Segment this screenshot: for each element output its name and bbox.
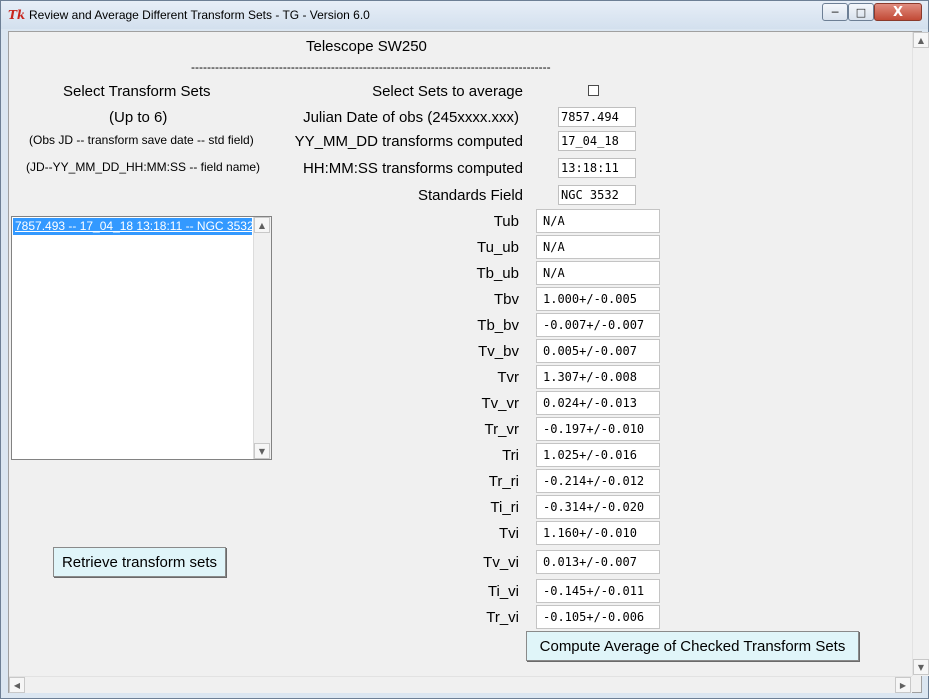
select-transform-sets-label: Select Transform Sets xyxy=(63,83,211,100)
time-computed-field[interactable]: 13:18:11 xyxy=(558,158,636,178)
transform-field-tr-ri[interactable]: -0.214+/-0.012 xyxy=(536,469,660,493)
transform-field-tub[interactable]: N/A xyxy=(536,209,660,233)
up-to-label: (Up to 6) xyxy=(109,109,168,126)
horizontal-scrollbar[interactable]: ◀ ▶ xyxy=(9,676,912,693)
close-icon: X xyxy=(892,4,904,20)
list-item[interactable]: 7857.493 -- 17_04_18 13:18:11 -- NGC 353… xyxy=(13,218,252,235)
listbox-scroll-up-icon[interactable]: ▲ xyxy=(254,217,270,233)
transform-field-tri[interactable]: 1.025+/-0.016 xyxy=(536,443,660,467)
transform-label-tb-ub: Tb_ub xyxy=(476,265,519,282)
maximize-icon: □ xyxy=(855,5,867,19)
scroll-down-icon[interactable]: ▼ xyxy=(913,659,929,675)
transform-label-tvr: Tvr xyxy=(497,369,519,386)
transform-field-tv-bv[interactable]: 0.005+/-0.007 xyxy=(536,339,660,363)
transform-label-tv-bv: Tv_bv xyxy=(478,343,519,360)
compute-average-button[interactable]: Compute Average of Checked Transform Set… xyxy=(526,631,859,661)
average-checkbox[interactable] xyxy=(588,85,599,96)
app-window: Tk Review and Average Different Transfor… xyxy=(0,0,929,699)
separator-line: ----------------------------------------… xyxy=(191,60,551,74)
standards-field-field[interactable]: NGC 3532 xyxy=(558,185,636,205)
transform-label-tri: Tri xyxy=(502,447,519,464)
format-hint-1: (Obs JD -- transform save date -- std fi… xyxy=(29,133,254,147)
transform-field-tv-vi[interactable]: 0.013+/-0.007 xyxy=(536,550,660,574)
client-area: Telescope SW250 ------------------------… xyxy=(8,31,929,693)
listbox-scrollbar[interactable]: ▲ ▼ xyxy=(253,217,271,459)
transform-field-tv-vr[interactable]: 0.024+/-0.013 xyxy=(536,391,660,415)
transform-label-tv-vi: Tv_vi xyxy=(483,554,519,571)
transform-field-tb-bv[interactable]: -0.007+/-0.007 xyxy=(536,313,660,337)
transform-field-tvi[interactable]: 1.160+/-0.010 xyxy=(536,521,660,545)
transform-field-tvr[interactable]: 1.307+/-0.008 xyxy=(536,365,660,389)
transform-label-ti-ri: Ti_ri xyxy=(490,499,519,516)
transform-label-tb-bv: Tb_bv xyxy=(477,317,519,334)
transform-field-tb-ub[interactable]: N/A xyxy=(536,261,660,285)
telescope-title: Telescope SW250 xyxy=(306,38,427,55)
time-computed-label: HH:MM:SS transforms computed xyxy=(302,160,523,177)
scroll-right-icon[interactable]: ▶ xyxy=(895,677,911,693)
scroll-left-icon[interactable]: ◀ xyxy=(9,677,25,693)
transform-label-tv-vr: Tv_vr xyxy=(481,395,520,412)
transform-label-tub: Tub xyxy=(493,213,519,230)
close-button[interactable]: X xyxy=(874,3,922,21)
maximize-button[interactable]: □ xyxy=(848,3,874,21)
transform-field-tr-vr[interactable]: -0.197+/-0.010 xyxy=(536,417,660,441)
minimize-icon: ─ xyxy=(831,5,839,19)
window-title: Review and Average Different Transform S… xyxy=(29,8,370,22)
date-computed-field[interactable]: 17_04_18 xyxy=(558,131,636,151)
listbox-scroll-down-icon[interactable]: ▼ xyxy=(254,443,270,459)
transform-label-tbv: Tbv xyxy=(493,291,519,308)
transform-field-tr-vi[interactable]: -0.105+/-0.006 xyxy=(536,605,660,629)
minimize-button[interactable]: ─ xyxy=(822,3,848,21)
transform-field-tu-ub[interactable]: N/A xyxy=(536,235,660,259)
standards-field-label: Standards Field xyxy=(417,187,523,204)
title-bar[interactable]: Tk Review and Average Different Transfor… xyxy=(1,1,928,29)
transform-label-tr-ri: Tr_ri xyxy=(488,473,519,490)
select-sets-to-average-label: Select Sets to average xyxy=(372,83,523,100)
transform-field-tbv[interactable]: 1.000+/-0.005 xyxy=(536,287,660,311)
transform-label-tr-vi: Tr_vi xyxy=(486,609,519,626)
transform-label-tr-vr: Tr_vr xyxy=(484,421,519,438)
julian-date-label: Julian Date of obs (245xxxx.xxx) xyxy=(303,109,519,126)
transform-sets-listbox[interactable]: 7857.493 -- 17_04_18 13:18:11 -- NGC 353… xyxy=(11,216,272,460)
tk-feather-icon: Tk xyxy=(8,8,26,22)
vertical-scrollbar[interactable]: ▲ ▼ xyxy=(912,32,929,676)
transform-field-ti-ri[interactable]: -0.314+/-0.020 xyxy=(536,495,660,519)
transform-field-ti-vi[interactable]: -0.145+/-0.011 xyxy=(536,579,660,603)
transform-label-tu-ub: Tu_ub xyxy=(477,239,519,256)
transform-label-tvi: Tvi xyxy=(499,525,519,542)
julian-date-field[interactable]: 7857.494 xyxy=(558,107,636,127)
transform-label-ti-vi: Ti_vi xyxy=(487,583,519,600)
format-hint-2: (JD--YY_MM_DD_HH:MM:SS -- field name) xyxy=(26,160,261,174)
retrieve-transform-sets-button[interactable]: Retrieve transform sets xyxy=(53,547,226,577)
scroll-up-icon[interactable]: ▲ xyxy=(913,32,929,48)
date-computed-label: YY_MM_DD transforms computed xyxy=(294,133,523,150)
